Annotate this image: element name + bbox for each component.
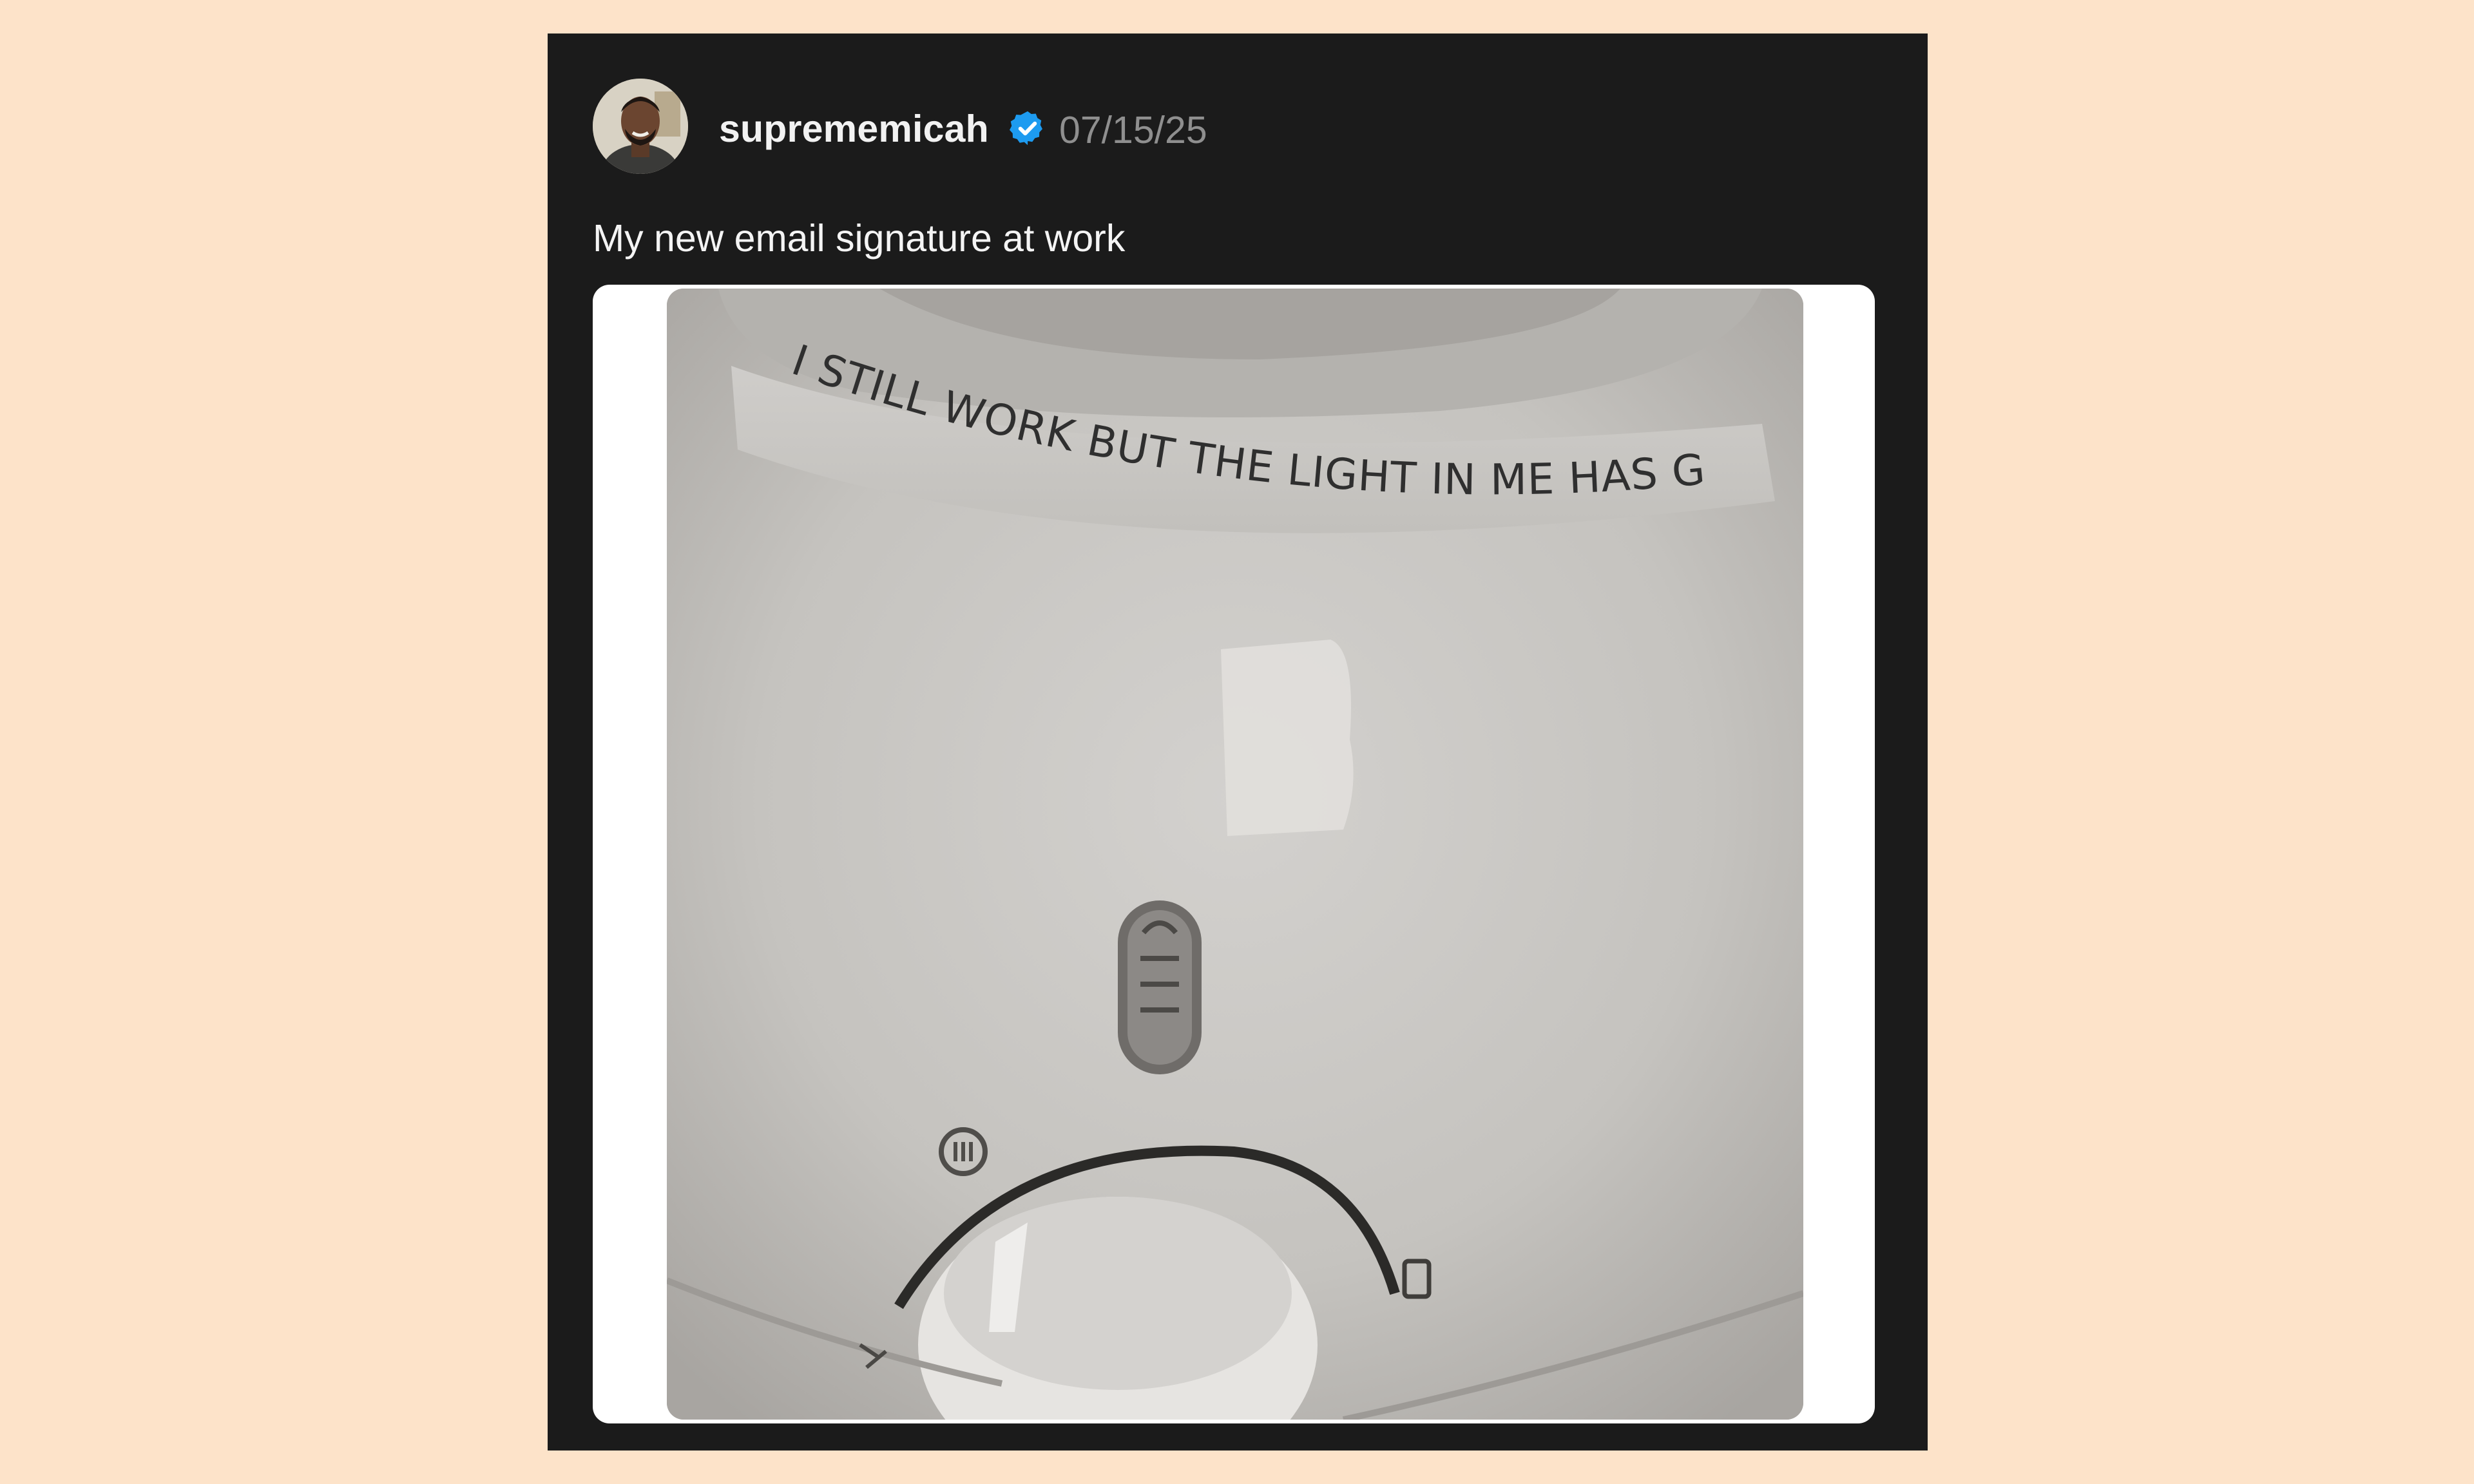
post-media[interactable]: I STILL WORK BUT THE LIGHT IN ME HAS GON… bbox=[593, 285, 1875, 1423]
post-date: 07/15/25 bbox=[1059, 109, 1207, 151]
post-text: My new email signature at work bbox=[593, 217, 1126, 260]
appliance-photo: I STILL WORK BUT THE LIGHT IN ME HAS GON… bbox=[667, 289, 1803, 1420]
post-card: suprememicah 07/15/25 My new email signa… bbox=[548, 33, 1928, 1451]
author-username[interactable]: suprememicah bbox=[719, 104, 989, 153]
appliance-illustration: I STILL WORK BUT THE LIGHT IN ME HAS GON… bbox=[667, 289, 1803, 1420]
verified-badge-icon bbox=[1010, 111, 1042, 146]
author-avatar[interactable] bbox=[593, 79, 688, 174]
person-avatar-icon bbox=[593, 79, 688, 174]
